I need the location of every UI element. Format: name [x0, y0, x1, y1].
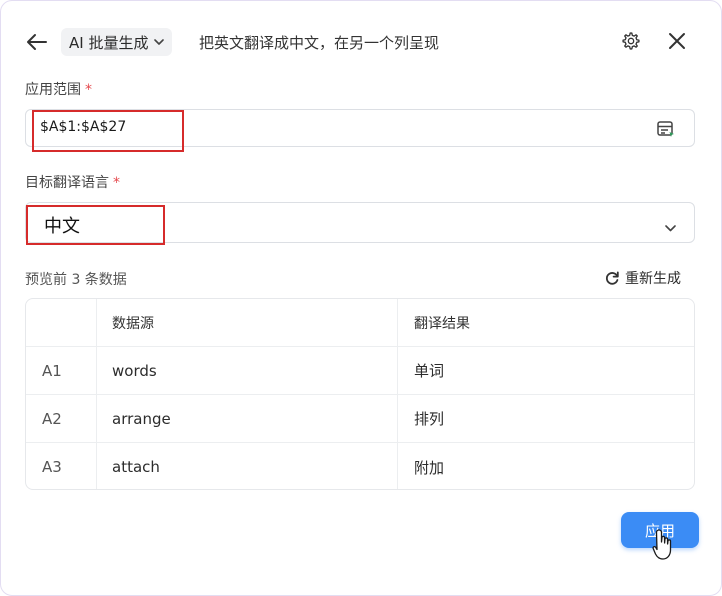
language-select[interactable]: 中文 — [25, 202, 695, 243]
preview-label: 预览前 3 条数据 — [25, 272, 127, 288]
cell-result: 单词 — [414, 362, 445, 380]
range-label: 应用范围 * — [25, 79, 92, 99]
required-mark: * — [85, 82, 92, 98]
header-cell-result: 翻译结果 — [414, 315, 470, 332]
table-row: A3 attach 附加 — [26, 443, 694, 489]
gear-icon — [622, 32, 640, 50]
mode-label: AI 批量生成 — [69, 33, 149, 52]
cell-result: 排列 — [414, 410, 445, 428]
regenerate-label: 重新生成 — [625, 271, 681, 287]
language-label-text: 目标翻译语言 — [25, 175, 109, 191]
language-value: 中文 — [44, 216, 80, 237]
dialog-panel: AI 批量生成 把英文翻译成中文，在另一个列呈现 应用范围 * $A$1:$A$2… — [0, 0, 722, 596]
prompt-text: 把英文翻译成中文，在另一个列呈现 — [199, 34, 440, 52]
cell-source: words — [112, 361, 157, 380]
chevron-down-icon — [154, 39, 165, 45]
cell-result: 附加 — [414, 458, 445, 477]
settings-button[interactable] — [619, 29, 643, 53]
cell-source: attach — [112, 458, 160, 476]
language-label: 目标翻译语言 * — [25, 172, 120, 192]
range-label-text: 应用范围 — [25, 82, 81, 98]
apply-button[interactable]: 应用 — [621, 512, 699, 548]
cell-ref: A1 — [42, 361, 62, 380]
table-select-icon — [657, 121, 674, 137]
arrow-left-icon — [27, 34, 47, 50]
back-button[interactable] — [24, 29, 50, 55]
cell-ref: A3 — [42, 458, 62, 476]
range-picker-button[interactable] — [656, 119, 676, 139]
apply-label: 应用 — [644, 521, 675, 540]
table-row: A2 arrange 排列 — [26, 395, 694, 443]
preview-table: 数据源 翻译结果 A1 words 单词 A2 arrange 排列 A3 at… — [25, 298, 695, 490]
regenerate-button[interactable]: 重新生成 — [604, 268, 681, 288]
required-mark: * — [113, 175, 120, 191]
header-cell — [42, 299, 96, 346]
cell-ref: A2 — [42, 409, 62, 428]
close-button[interactable] — [665, 29, 689, 53]
cell-source: arrange — [112, 409, 171, 428]
table-row: A1 words 单词 — [26, 347, 694, 395]
range-input[interactable]: $A$1:$A$27 — [25, 109, 695, 147]
table-header-row: 数据源 翻译结果 — [26, 299, 694, 347]
mode-selector[interactable]: AI 批量生成 — [61, 28, 173, 56]
chevron-down-icon — [665, 217, 676, 236]
refresh-icon — [605, 271, 619, 285]
range-value: $A$1:$A$27 — [40, 119, 127, 135]
close-icon — [669, 33, 685, 49]
header-cell-source: 数据源 — [112, 315, 154, 332]
